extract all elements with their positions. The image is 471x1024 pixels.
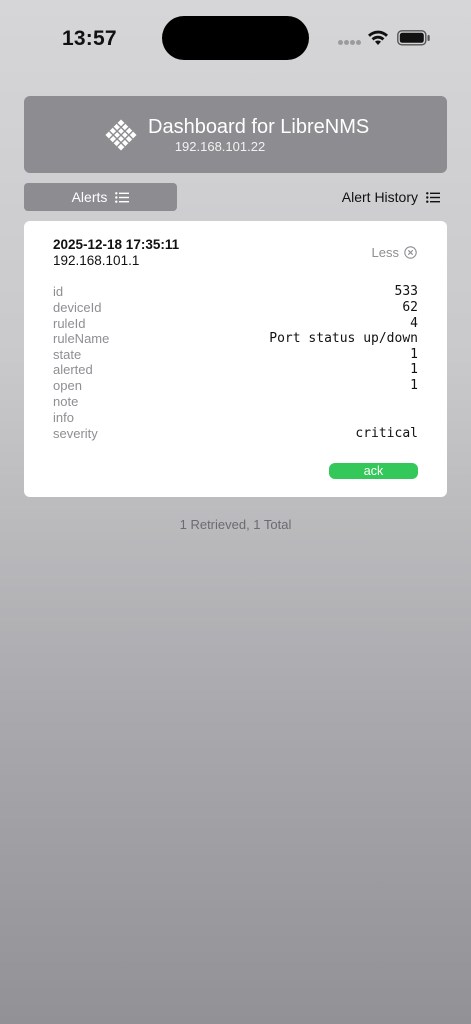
wifi-icon	[368, 30, 388, 45]
field-row-open: open 1	[53, 378, 418, 394]
tab-alerts-label: Alerts	[71, 189, 108, 205]
battery-icon	[397, 30, 430, 46]
field-row-deviceid: deviceId 62	[53, 300, 418, 316]
field-row-severity: severity critical	[53, 426, 418, 442]
less-button[interactable]: Less	[372, 245, 417, 260]
field-value: Port status up/down	[269, 331, 418, 346]
list-icon	[115, 191, 130, 203]
tab-alert-history-label: Alert History	[341, 189, 418, 205]
field-key: id	[53, 284, 64, 299]
field-key: info	[53, 410, 74, 425]
less-button-label: Less	[371, 245, 399, 260]
field-value: 1	[410, 362, 418, 377]
field-key: severity	[53, 426, 98, 441]
tab-alerts[interactable]: Alerts	[24, 183, 177, 211]
field-key: ruleName	[53, 331, 110, 346]
alert-card: 2025-12-18 17:35:11 192.168.101.1 Less i…	[24, 221, 447, 497]
field-value: 62	[402, 300, 418, 315]
field-value: 4	[410, 316, 418, 331]
alert-timestamp: 2025-12-18 17:35:11	[53, 237, 180, 252]
field-row-note: note	[53, 394, 418, 410]
status-bar: 13:57	[0, 0, 471, 80]
list-icon	[426, 191, 440, 203]
tab-alert-history[interactable]: Alert History	[300, 183, 440, 211]
header-subtitle: 192.168.101.22	[174, 139, 266, 154]
ack-button[interactable]: ack	[329, 463, 418, 479]
field-value: critical	[355, 426, 418, 441]
field-value: 533	[394, 284, 418, 299]
cellular-signal-icon	[338, 40, 362, 46]
close-circle-icon	[404, 246, 417, 259]
alert-host: 192.168.101.1	[53, 253, 140, 268]
field-row-state: state 1	[53, 347, 418, 363]
results-count: 1 Retrieved, 1 Total	[179, 517, 292, 532]
field-row-id: id 533	[53, 284, 418, 300]
field-key: alerted	[53, 362, 93, 377]
field-key: state	[53, 347, 82, 362]
field-key: open	[53, 378, 82, 393]
field-row-alerted: alerted 1	[53, 362, 418, 378]
header-title: Dashboard for LibreNMS	[148, 116, 370, 138]
field-value: 1	[410, 378, 418, 393]
dynamic-island	[162, 16, 309, 60]
field-value: 1	[410, 347, 418, 362]
field-row-rulename: ruleName Port status up/down	[53, 331, 418, 347]
field-key: note	[53, 394, 79, 409]
field-key: deviceId	[53, 300, 102, 315]
field-key: ruleId	[53, 316, 86, 331]
field-row-ruleid: ruleId 4	[53, 316, 418, 332]
field-row-info: info	[53, 410, 418, 426]
status-time: 13:57	[62, 27, 117, 50]
